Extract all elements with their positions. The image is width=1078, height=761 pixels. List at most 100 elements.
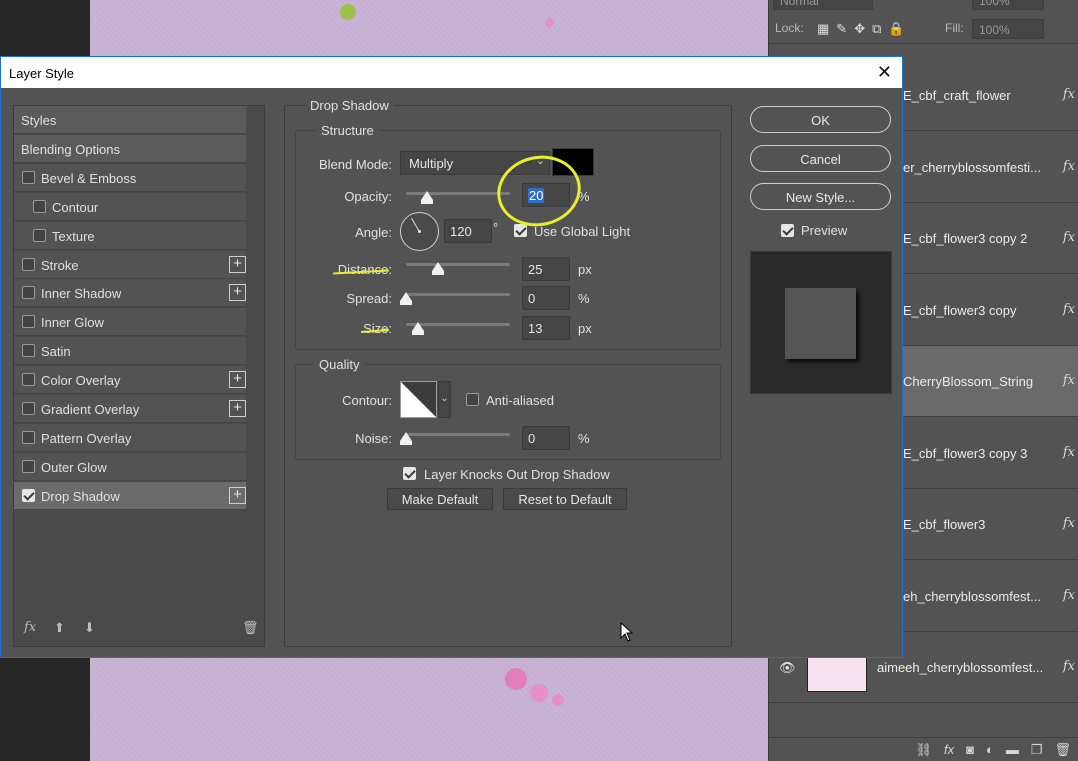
paint-blot [552,694,564,706]
lock-artboard-icon[interactable]: ⧉ [872,21,881,37]
delete-effect-icon[interactable]: 🗑 [242,620,259,636]
size-input[interactable]: 13 [522,316,570,340]
lock-position-icon[interactable]: ✥ [854,21,865,37]
distance-slider-knob[interactable] [432,262,444,275]
style-item-gradient-overlay[interactable]: Gradient Overlay + [14,395,246,423]
style-checkbox[interactable] [22,257,35,271]
lock-all-icon[interactable]: 🔒 [888,21,904,37]
style-checkbox[interactable] [22,373,35,387]
noise-input[interactable]: 0 [522,426,570,450]
opacity-slider[interactable] [406,191,510,204]
style-item-blending-options[interactable]: Blending Options [14,134,246,163]
move-up-icon[interactable]: ⬆ [54,620,65,636]
close-icon[interactable]: ✕ [877,62,892,83]
style-checkbox[interactable] [22,459,35,473]
layer-name: E_cbf_flower3 [903,517,986,532]
style-checkbox[interactable] [22,286,35,300]
style-item-drop-shadow[interactable]: Drop Shadow + [14,481,246,510]
styles-list-footer: fx ⬆ ⬇ 🗑 [14,610,264,646]
ok-button[interactable]: OK [750,106,891,133]
layer-opacity-select[interactable]: 100% [972,0,1044,10]
layer-fx-icon[interactable]: fx [1063,588,1075,603]
layer-fx-icon[interactable]: fx [1063,445,1075,460]
add-effect-plus-icon[interactable]: + [229,371,246,389]
size-slider-knob[interactable] [412,322,424,335]
knocks-out-checkbox[interactable] [403,467,416,480]
eye-icon[interactable]: 👁 [779,660,796,676]
lock-pixels-icon[interactable]: ✎ [836,21,847,37]
style-item-stroke[interactable]: Stroke + [14,250,246,279]
style-item-outer-glow[interactable]: Outer Glow [14,452,246,481]
chevron-down-icon[interactable]: ⌄ [438,381,451,418]
make-default-button[interactable]: Make Default [387,488,493,510]
style-item-inner-glow[interactable]: Inner Glow [14,308,246,337]
layer-fx-icon[interactable]: fx [1063,302,1075,317]
style-checkbox[interactable] [22,488,35,502]
preview-checkbox[interactable] [781,224,794,237]
angle-dial[interactable] [400,212,439,251]
style-item-styles[interactable]: Styles [14,106,246,134]
size-slider[interactable] [406,322,510,335]
move-down-icon[interactable]: ⬇ [84,620,95,636]
style-item-bevel-emboss[interactable]: Bevel & Emboss [14,163,246,192]
new-layer-icon[interactable]: ❐ [1031,742,1043,758]
style-checkbox[interactable] [22,430,35,444]
fx-icon[interactable]: fx [944,742,954,758]
mask-icon[interactable]: ◙ [966,742,974,758]
distance-input[interactable]: 25 [522,257,570,281]
layer-fx-icon[interactable]: fx [1063,159,1075,174]
contour-preview[interactable] [400,381,437,418]
angle-input[interactable]: 120 [444,219,492,243]
blend-mode-select[interactable]: Normal [773,0,873,10]
spread-slider-knob[interactable] [400,292,412,305]
style-item-pattern-overlay[interactable]: Pattern Overlay [14,423,246,452]
style-item-label: Outer Glow [41,459,107,475]
style-item-color-overlay[interactable]: Color Overlay + [14,366,246,395]
anti-aliased-checkbox[interactable] [466,393,479,406]
opacity-slider-knob[interactable] [420,191,433,204]
style-item-texture[interactable]: Texture [14,221,246,250]
spread-slider[interactable] [400,292,510,305]
trash-icon[interactable]: 🗑 [1054,742,1071,758]
spread-input[interactable]: 0 [522,286,570,310]
distance-slider[interactable] [406,262,510,275]
add-effect-plus-icon[interactable]: + [229,284,246,302]
style-item-label: Styles [21,113,57,128]
add-effect-plus-icon[interactable]: + [229,255,246,273]
style-checkbox[interactable] [22,344,35,358]
fill-select[interactable]: 100% [972,19,1044,39]
new-style-button[interactable]: New Style... [750,183,891,210]
style-checkbox[interactable] [22,170,35,184]
style-checkbox[interactable] [22,402,35,415]
style-item-satin[interactable]: Satin [14,337,246,366]
layer-fx-icon[interactable]: fx [1063,87,1075,102]
add-effect-plus-icon[interactable]: + [229,486,246,504]
layer-fx-icon[interactable]: fx [1063,230,1075,245]
paint-blot [530,684,548,702]
drop-shadow-title: Drop Shadow [305,98,394,113]
use-global-light-checkbox[interactable] [514,224,527,237]
noise-slider[interactable] [400,432,510,445]
style-checkbox[interactable] [33,199,46,213]
lock-transparent-icon[interactable]: ▦ [817,21,829,37]
add-effect-plus-icon[interactable]: + [229,400,246,417]
link-icon[interactable]: ⛓ [915,742,932,758]
folder-icon[interactable]: ▬ [1006,742,1019,758]
layer-fx-icon[interactable]: fx [1063,659,1075,674]
adjustment-icon[interactable]: ◐ [986,742,994,758]
paint-blot [340,4,356,20]
layer-fx-icon[interactable]: fx [1063,516,1075,531]
style-checkbox[interactable] [33,228,46,242]
noise-slider-knob[interactable] [400,432,412,445]
fx-menu-icon[interactable]: fx [24,620,36,635]
style-item-label: Pattern Overlay [41,430,132,446]
spread-label: Spread: [346,291,392,306]
knocks-out-label: Layer Knocks Out Drop Shadow [424,467,610,482]
style-item-contour[interactable]: Contour [14,192,246,221]
reset-to-default-button[interactable]: Reset to Default [503,488,627,510]
cancel-button[interactable]: Cancel [750,145,891,172]
style-item-label: Drop Shadow [41,488,120,504]
style-checkbox[interactable] [22,315,35,329]
style-item-inner-shadow[interactable]: Inner Shadow + [14,279,246,308]
layer-fx-icon[interactable]: fx [1063,373,1075,388]
